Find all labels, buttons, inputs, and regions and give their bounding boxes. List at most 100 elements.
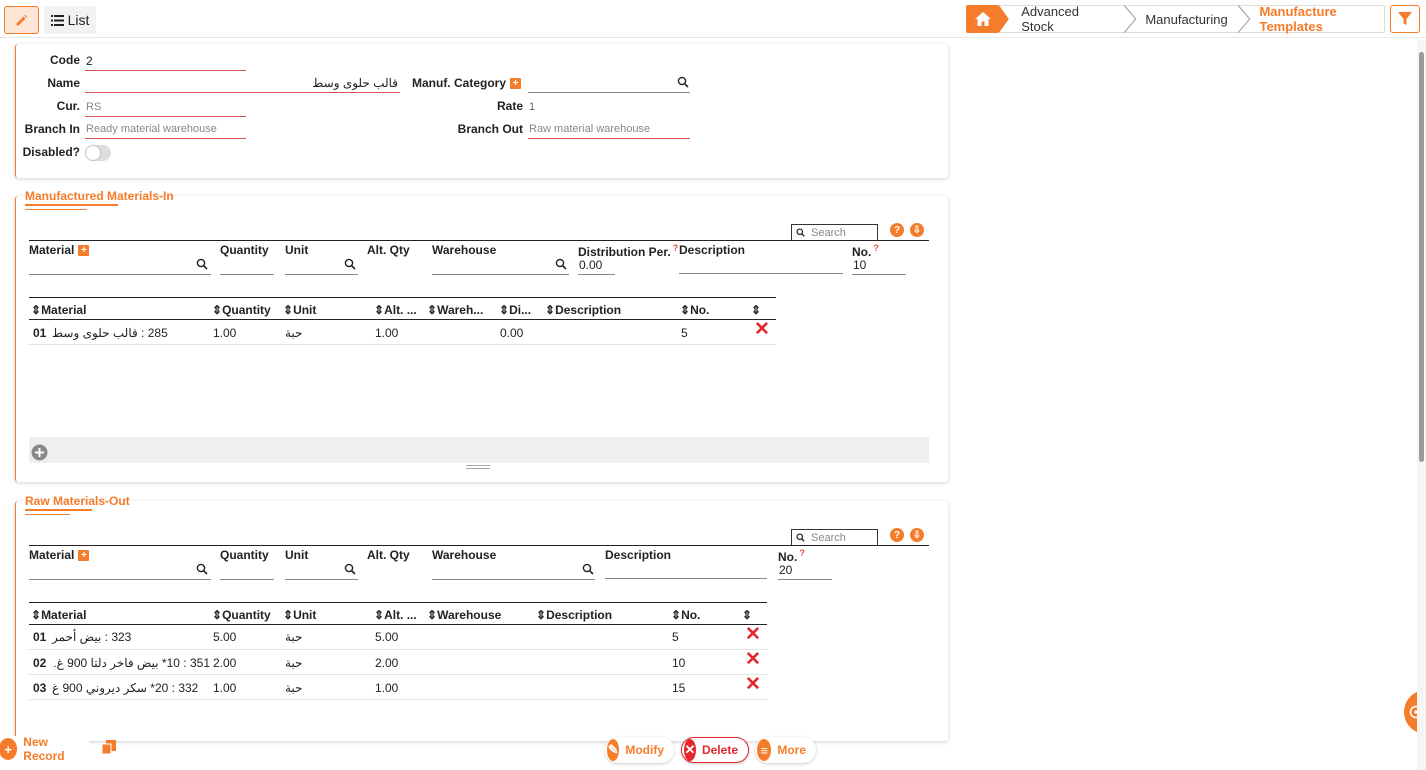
col-warehouse[interactable]: ⇕Wareh... (427, 303, 483, 317)
col-dist[interactable]: ⇕Di... (499, 303, 531, 317)
download-icon[interactable]: ⇩ (910, 223, 924, 237)
search-icon[interactable] (344, 258, 356, 270)
row-divider (29, 344, 776, 345)
download-icon[interactable]: ⇩ (910, 528, 924, 542)
col-quantity[interactable]: ⇕Quantity (212, 303, 271, 317)
col-description[interactable]: ⇕Description (545, 303, 621, 317)
row-divider (29, 674, 767, 675)
search-icon[interactable] (344, 563, 356, 575)
row-index: 01 (33, 326, 47, 340)
branch-in-field[interactable]: Ready material warehouse (85, 119, 246, 139)
entry-description-input[interactable] (679, 254, 843, 274)
disabled-label: Disabled? (22, 145, 80, 159)
modify-button[interactable]: ✎ Modify (605, 737, 674, 763)
search-icon[interactable] (555, 258, 567, 270)
row-material[interactable]: 285 : قالب حلوى وسط (52, 326, 168, 340)
search-icon[interactable] (196, 258, 208, 270)
out-entry-quantity-input[interactable] (220, 560, 274, 580)
resize-handle[interactable] (466, 465, 490, 469)
materials-out-search-placeholder: Search (811, 531, 846, 544)
new-record-label: New Record (23, 735, 65, 763)
entry-distribution-input[interactable]: 0.00 (578, 255, 615, 275)
col-unit-text: Unit (293, 303, 317, 317)
entry-distribution-value: 0.00 (579, 257, 603, 272)
materials-in-search-input[interactable]: Search (791, 224, 878, 241)
more-label: More (777, 743, 806, 757)
delete-row-icon[interactable]: ✕ (745, 625, 761, 644)
delete-row-icon[interactable]: ✕ (745, 675, 761, 694)
list-view-button[interactable]: List (44, 6, 96, 34)
out-entry-no-input[interactable]: 20 (778, 560, 832, 580)
materials-out-search-input[interactable]: Search (791, 529, 878, 546)
col-unit[interactable]: ⇕Unit (283, 303, 316, 317)
delete-row-icon[interactable]: ✕ (745, 650, 761, 669)
cur-field[interactable]: RS (85, 97, 246, 117)
row-alt: 5.00 (375, 630, 399, 644)
col-alt[interactable]: ⇕Alt. ... (374, 303, 417, 317)
delete-button[interactable]: ✕ Delete (681, 737, 749, 763)
add-category-icon[interactable]: + (510, 78, 521, 89)
list-icon (50, 14, 64, 26)
entry-material-input[interactable] (29, 255, 211, 275)
out-col-quantity[interactable]: ⇕Quantity (212, 608, 271, 622)
row-alt: 1.00 (375, 326, 399, 340)
out-col-actions[interactable]: ⇕ (742, 608, 752, 622)
search-icon[interactable] (196, 563, 208, 575)
row-unit: حبة (285, 656, 303, 670)
out-col-unit[interactable]: ⇕Unit (283, 608, 316, 622)
breadcrumb-manufacturing[interactable]: Manufacturing (1137, 5, 1237, 33)
delete-label: Delete (701, 743, 738, 757)
row-index: 01 (33, 630, 47, 644)
out-col-no[interactable]: ⇕No. (671, 608, 700, 622)
col-actions[interactable]: ⇕ (751, 303, 761, 317)
edit-mode-button[interactable] (4, 6, 39, 34)
copy-icon[interactable] (101, 739, 117, 755)
search-icon[interactable] (582, 563, 594, 575)
entry-quantity-input[interactable] (220, 255, 274, 275)
branch-in-label: Branch In (24, 122, 80, 136)
code-value: 2 (86, 53, 93, 68)
out-entry-material-input[interactable] (29, 560, 211, 580)
help-icon[interactable]: ? (890, 528, 904, 542)
help-icon[interactable]: ? (890, 223, 904, 237)
out-entry-warehouse-input[interactable] (432, 560, 595, 580)
col-material-text: Material (41, 303, 87, 317)
search-icon (796, 533, 805, 542)
out-entry-description-input[interactable] (605, 559, 767, 579)
code-field[interactable]: 2 (85, 51, 246, 71)
out-col-description[interactable]: ⇕Description (536, 608, 612, 622)
row-material[interactable]: 351 : 10* بيض فاخر دلتا 900 غ... (52, 656, 210, 670)
branch-out-value: Raw material warehouse (529, 122, 651, 135)
filter-button[interactable] (1390, 5, 1420, 33)
new-record-button[interactable]: + New Record (0, 735, 91, 763)
col-alt-text: Alt. ... (384, 303, 417, 317)
out-col-alt[interactable]: ⇕Alt. ... (374, 608, 417, 622)
more-button[interactable]: ≡ More (755, 737, 816, 763)
delete-row-icon[interactable]: ✕ (754, 320, 770, 339)
out-col-material[interactable]: ⇕Material (31, 608, 86, 622)
branch-out-field[interactable]: Raw material warehouse (528, 119, 690, 139)
row-quantity: 2.00 (213, 656, 237, 670)
entry-no-value: 10 (853, 257, 867, 272)
col-no[interactable]: ⇕No. (680, 303, 709, 317)
home-button[interactable] (966, 5, 1000, 33)
col-material[interactable]: ⇕Material (31, 303, 86, 317)
add-row-icon[interactable] (31, 444, 48, 461)
out-col-warehouse[interactable]: ⇕Warehouse (427, 608, 501, 622)
entry-no-input[interactable]: 10 (852, 255, 906, 275)
search-icon (796, 228, 805, 237)
manuf-category-field[interactable] (528, 73, 690, 93)
row-unit: حبة (285, 326, 303, 340)
breadcrumb-advanced-stock[interactable]: Advanced Stock (1013, 4, 1123, 34)
row-material[interactable]: 332 : 20* سكر ديروني 900 غ (52, 681, 198, 695)
entry-warehouse-input[interactable] (432, 255, 569, 275)
breadcrumb-separator (1123, 5, 1136, 33)
scrollbar-thumb[interactable] (1419, 52, 1424, 462)
row-material[interactable]: 323 : بيض أحمر (52, 630, 131, 644)
row-no: 10 (672, 656, 686, 670)
disabled-toggle[interactable] (85, 145, 111, 161)
page-scrollbar[interactable] (1417, 40, 1426, 770)
row-unit: حبة (285, 630, 303, 644)
name-field[interactable]: قالب حلوى وسط (85, 73, 400, 93)
search-icon[interactable] (677, 76, 689, 88)
